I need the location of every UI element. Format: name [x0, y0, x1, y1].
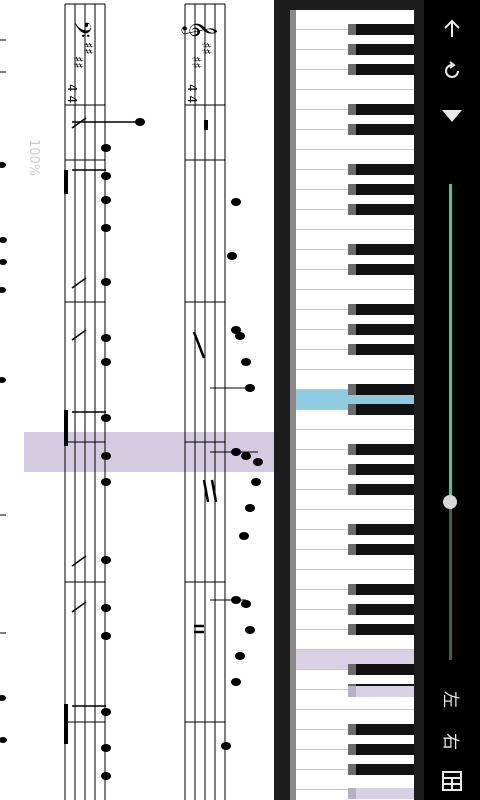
svg-text:♯♯: ♯♯	[198, 42, 213, 55]
right-hand-label: 右	[439, 732, 460, 750]
black-key[interactable]	[348, 444, 414, 455]
left-hand-label: 左	[439, 690, 460, 708]
treble-stems	[210, 387, 258, 601]
black-key[interactable]	[348, 24, 414, 35]
black-key[interactable]	[348, 204, 414, 215]
black-key[interactable]	[348, 184, 414, 195]
previous-system-notes	[0, 162, 7, 743]
highlighted-black-key[interactable]	[348, 788, 414, 799]
score-canvas: 𝄢 𝄞 ♯♯ ♯♯ ♯♯ ♯♯ 4 4 4 4	[0, 3, 274, 800]
svg-text:♯♯: ♯♯	[80, 42, 95, 55]
treble-clef-icon: 𝄞	[181, 20, 217, 38]
black-key[interactable]	[348, 544, 414, 555]
bass-rests	[71, 117, 87, 613]
black-key[interactable]	[348, 724, 414, 735]
zoom-label: 100%	[26, 139, 41, 177]
black-key[interactable]	[348, 164, 414, 175]
triangle-down-icon[interactable]	[424, 104, 480, 128]
black-key[interactable]	[348, 464, 414, 475]
black-key[interactable]	[348, 264, 414, 275]
grid-menu-icon[interactable]	[424, 768, 480, 794]
sheet-music[interactable]: 𝄢 𝄞 ♯♯ ♯♯ ♯♯ ♯♯ 4 4 4 4	[0, 0, 274, 800]
black-key[interactable]	[348, 324, 414, 335]
black-key[interactable]	[348, 584, 414, 595]
svg-text:4 4: 4 4	[65, 84, 79, 103]
black-key[interactable]	[348, 604, 414, 615]
svg-text:4 4: 4 4	[185, 84, 199, 103]
svg-text:♯♯: ♯♯	[188, 56, 203, 69]
arrow-up-icon[interactable]	[424, 14, 480, 44]
slider-fill	[449, 184, 452, 502]
bar-lines	[65, 104, 225, 723]
black-key[interactable]	[348, 624, 414, 635]
black-key[interactable]	[348, 64, 414, 75]
black-key[interactable]	[348, 764, 414, 775]
black-key[interactable]	[348, 44, 414, 55]
black-key[interactable]	[348, 244, 414, 255]
black-key[interactable]	[348, 384, 414, 395]
previous-system-fragment	[0, 39, 6, 634]
svg-text:♯♯: ♯♯	[70, 56, 85, 69]
bass-clef-icon: 𝄢	[63, 20, 96, 38]
left-hand-button[interactable]: 左	[424, 686, 480, 712]
black-key[interactable]	[348, 664, 414, 675]
black-key[interactable]	[348, 344, 414, 355]
slider-thumb[interactable]	[443, 495, 457, 509]
key-signature: ♯♯ ♯♯ ♯♯ ♯♯ 4 4 4 4	[65, 42, 213, 103]
black-key[interactable]	[348, 524, 414, 535]
black-key[interactable]	[348, 484, 414, 495]
black-key[interactable]	[348, 744, 414, 755]
highlighted-black-key[interactable]	[348, 686, 414, 697]
black-key[interactable]	[348, 304, 414, 315]
black-key[interactable]	[348, 104, 414, 115]
refresh-icon[interactable]	[424, 56, 480, 86]
control-panel	[424, 0, 480, 800]
black-key[interactable]	[348, 404, 414, 415]
right-hand-button[interactable]: 右	[424, 728, 480, 754]
bass-staff-lines	[64, 4, 106, 800]
piano-keyboard[interactable]	[296, 10, 414, 800]
black-key[interactable]	[348, 124, 414, 135]
